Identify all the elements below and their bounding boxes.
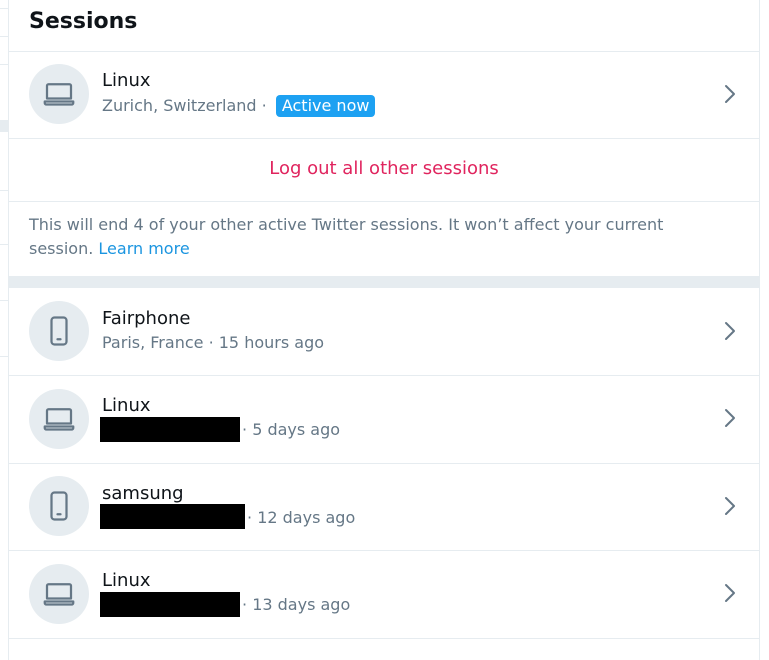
session-meta: · 12 days ago [247, 508, 355, 528]
logout-all-button[interactable]: Log out all other sessions [9, 158, 759, 180]
session-location: Zurich, Switzerland [102, 96, 257, 115]
active-now-badge: Active now [275, 95, 376, 117]
meta-separator: · [242, 420, 248, 439]
session-device-name: samsung [102, 483, 184, 504]
laptop-icon [29, 389, 89, 449]
session-device-name: Linux [102, 395, 151, 416]
page-title: Sessions [29, 9, 138, 34]
session-time: 5 days ago [252, 420, 341, 439]
laptop-icon [29, 564, 89, 624]
session-device-name: Linux [102, 70, 151, 91]
page-header: Sessions [9, 0, 759, 52]
session-meta: Paris, France · 15 hours ago [102, 333, 324, 353]
session-device-name: Linux [102, 570, 151, 591]
session-row[interactable]: Linux · 5 days ago [9, 376, 759, 464]
meta-separator: · [242, 595, 248, 614]
chevron-right-icon [725, 322, 735, 340]
session-time: 13 days ago [252, 595, 351, 614]
chevron-right-icon [725, 409, 735, 427]
meta-separator: · [208, 333, 214, 352]
redacted-location [100, 592, 240, 617]
chevron-right-icon [725, 85, 735, 103]
redacted-location [100, 417, 240, 442]
session-device-name: Fairphone [102, 308, 191, 329]
laptop-icon [29, 64, 89, 124]
section-divider [9, 276, 759, 288]
chevron-right-icon [725, 497, 735, 515]
session-row[interactable]: Linux · 13 days ago [9, 551, 759, 639]
session-meta: · 5 days ago [242, 420, 340, 440]
learn-more-link[interactable]: Learn more [98, 239, 189, 258]
session-meta: · 13 days ago [242, 595, 350, 615]
session-meta: Zurich, Switzerland · Active now [102, 95, 376, 117]
chevron-right-icon [725, 584, 735, 602]
current-session-row[interactable]: Linux Zurich, Switzerland · Active now [9, 52, 759, 139]
meta-separator: · [261, 96, 267, 115]
redacted-location [100, 504, 245, 529]
sessions-panel: Sessions Linux Zurich, Switzerland · Act… [8, 0, 760, 660]
session-time: 12 days ago [257, 508, 356, 527]
meta-separator: · [247, 508, 253, 527]
session-time: 15 hours ago [218, 333, 325, 352]
session-location: Paris, France [102, 333, 204, 352]
phone-icon [29, 301, 89, 361]
session-row[interactable]: samsung · 12 days ago [9, 464, 759, 551]
session-row[interactable]: Fairphone Paris, France · 15 hours ago [9, 289, 759, 376]
logout-row: Log out all other sessions [9, 139, 759, 202]
logout-note: This will end 4 of your other active Twi… [29, 213, 729, 261]
phone-icon [29, 476, 89, 536]
